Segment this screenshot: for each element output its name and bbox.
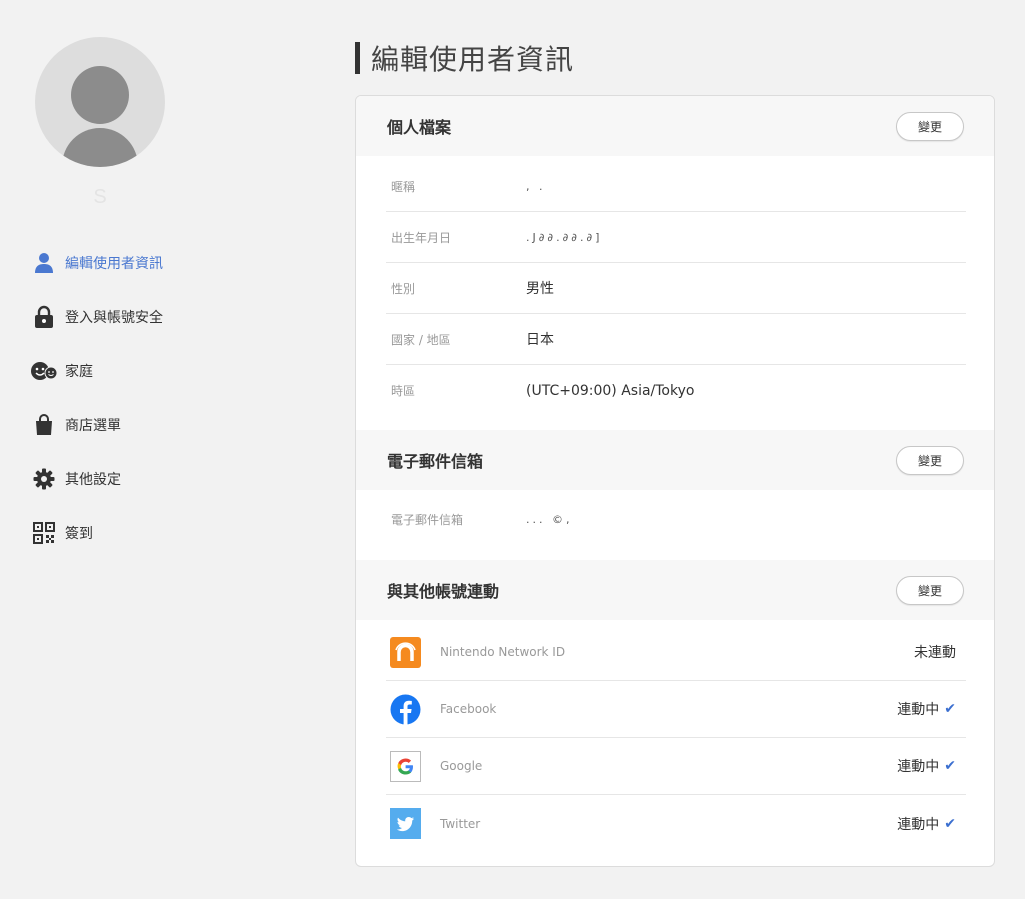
email-row: 電子郵件信箱 ... ©, bbox=[386, 494, 966, 545]
row-value: , . bbox=[526, 179, 546, 193]
sidebar-item-label: 編輯使用者資訊 bbox=[65, 256, 163, 272]
facebook-icon bbox=[390, 694, 421, 725]
profile-section-title: 個人檔案 bbox=[387, 118, 452, 137]
sidebar-item-check-in[interactable]: 簽到 bbox=[30, 518, 290, 548]
page-title-wrap: 編輯使用者資訊 bbox=[355, 42, 574, 76]
row-label: 出生年月日 bbox=[391, 230, 452, 245]
title-accent-bar bbox=[355, 42, 360, 74]
sidebar-item-label: 登入與帳號安全 bbox=[65, 310, 163, 326]
twitter-icon bbox=[390, 808, 421, 839]
sidebar-item-label: 家庭 bbox=[65, 364, 93, 380]
page-title: 編輯使用者資訊 bbox=[371, 43, 575, 76]
row-label: 暱稱 bbox=[391, 179, 416, 194]
row-label: 電子郵件信箱 bbox=[391, 513, 464, 527]
sidebar-item-family[interactable]: 家庭 bbox=[30, 356, 290, 386]
row-value: (UTC+09:00) Asia/Tokyo bbox=[526, 382, 695, 399]
avatar-head bbox=[71, 66, 129, 124]
family-icon bbox=[30, 358, 58, 384]
sidebar-item-label: 簽到 bbox=[65, 526, 93, 542]
check-icon: ✔ bbox=[944, 701, 956, 717]
linked-account-status: 連動中 ✔ bbox=[897, 756, 966, 776]
status-text: 連動中 bbox=[897, 759, 940, 775]
linked-account-row-facebook: Facebook 連動中 ✔ bbox=[386, 681, 966, 738]
linked-account-row-nintendo: Nintendo Network ID 未連動 bbox=[386, 624, 966, 681]
check-icon: ✔ bbox=[944, 758, 956, 774]
linked-account-status: 未連動 bbox=[914, 642, 966, 662]
row-value: ... ©, bbox=[526, 513, 573, 526]
sidebar-item-edit-user-info[interactable]: 編輯使用者資訊 bbox=[30, 248, 290, 278]
sidebar-item-label: 其他設定 bbox=[65, 472, 121, 488]
linked-section-title: 與其他帳號連動 bbox=[387, 582, 500, 601]
lock-icon bbox=[30, 304, 58, 330]
nintendo-network-icon bbox=[390, 636, 421, 668]
row-value: 日本 bbox=[526, 332, 554, 348]
sidebar: S 編輯使用者資訊 登入與帳號安全 家庭 商店選單 其他設定 簽到 bbox=[0, 0, 330, 899]
linked-account-row-twitter: Twitter 連動中 ✔ bbox=[386, 795, 966, 852]
row-label: 國家 / 地區 bbox=[391, 332, 451, 347]
page: S 編輯使用者資訊 登入與帳號安全 家庭 商店選單 其他設定 簽到 編輯使用者資… bbox=[0, 0, 1025, 899]
qr-code-icon bbox=[30, 520, 58, 546]
linked-account-name: Nintendo Network ID bbox=[440, 645, 566, 659]
shopping-bag-icon bbox=[30, 412, 58, 438]
linked-account-status: 連動中 ✔ bbox=[897, 699, 966, 719]
status-text: 連動中 bbox=[897, 816, 940, 833]
linked-account-name: Twitter bbox=[440, 816, 481, 831]
row-label: 時區 bbox=[391, 384, 416, 398]
linked-account-status: 連動中 ✔ bbox=[897, 814, 966, 834]
profile-section-header: 個人檔案 變更 bbox=[356, 96, 994, 156]
profile-row-country: 國家 / 地區 日本 bbox=[386, 314, 966, 365]
linked-account-name: Facebook bbox=[440, 702, 497, 716]
avatar[interactable] bbox=[35, 37, 165, 167]
row-value: .J∂∂.∂∂.∂] bbox=[526, 230, 603, 244]
sidebar-item-other-settings[interactable]: 其他設定 bbox=[30, 464, 290, 494]
row-value: 男性 bbox=[526, 281, 554, 297]
gear-icon bbox=[30, 466, 58, 492]
linked-change-button[interactable]: 變更 bbox=[896, 575, 964, 605]
username: S bbox=[93, 186, 107, 208]
email-section-title: 電子郵件信箱 bbox=[387, 452, 484, 471]
avatar-body bbox=[62, 128, 138, 167]
sidebar-item-label: 商店選單 bbox=[65, 418, 121, 434]
row-label: 性別 bbox=[391, 281, 416, 296]
sidebar-item-shop-menu[interactable]: 商店選單 bbox=[30, 410, 290, 440]
settings-card: 個人檔案 變更 暱稱 , . 出生年月日 .J∂∂.∂∂.∂] 性別 男性 國家… bbox=[355, 95, 995, 867]
status-text: 連動中 bbox=[897, 702, 940, 718]
google-icon bbox=[390, 750, 421, 782]
check-icon: ✔ bbox=[944, 815, 956, 832]
profile-change-button[interactable]: 變更 bbox=[896, 111, 964, 141]
user-icon bbox=[30, 250, 58, 276]
status-text: 未連動 bbox=[914, 645, 956, 661]
profile-row-timezone: 時區 (UTC+09:00) Asia/Tokyo bbox=[386, 365, 966, 416]
email-section-header: 電子郵件信箱 變更 bbox=[356, 430, 994, 490]
email-change-button[interactable]: 變更 bbox=[896, 445, 964, 475]
sidebar-item-login-security[interactable]: 登入與帳號安全 bbox=[30, 302, 290, 332]
linked-account-row-google: Google 連動中 ✔ bbox=[386, 738, 966, 795]
linked-section-header: 與其他帳號連動 變更 bbox=[356, 560, 994, 620]
profile-row-gender: 性別 男性 bbox=[386, 263, 966, 314]
profile-row-birthdate: 出生年月日 .J∂∂.∂∂.∂] bbox=[386, 212, 966, 263]
profile-row-nickname: 暱稱 , . bbox=[386, 161, 966, 212]
linked-account-name: Google bbox=[440, 759, 483, 773]
